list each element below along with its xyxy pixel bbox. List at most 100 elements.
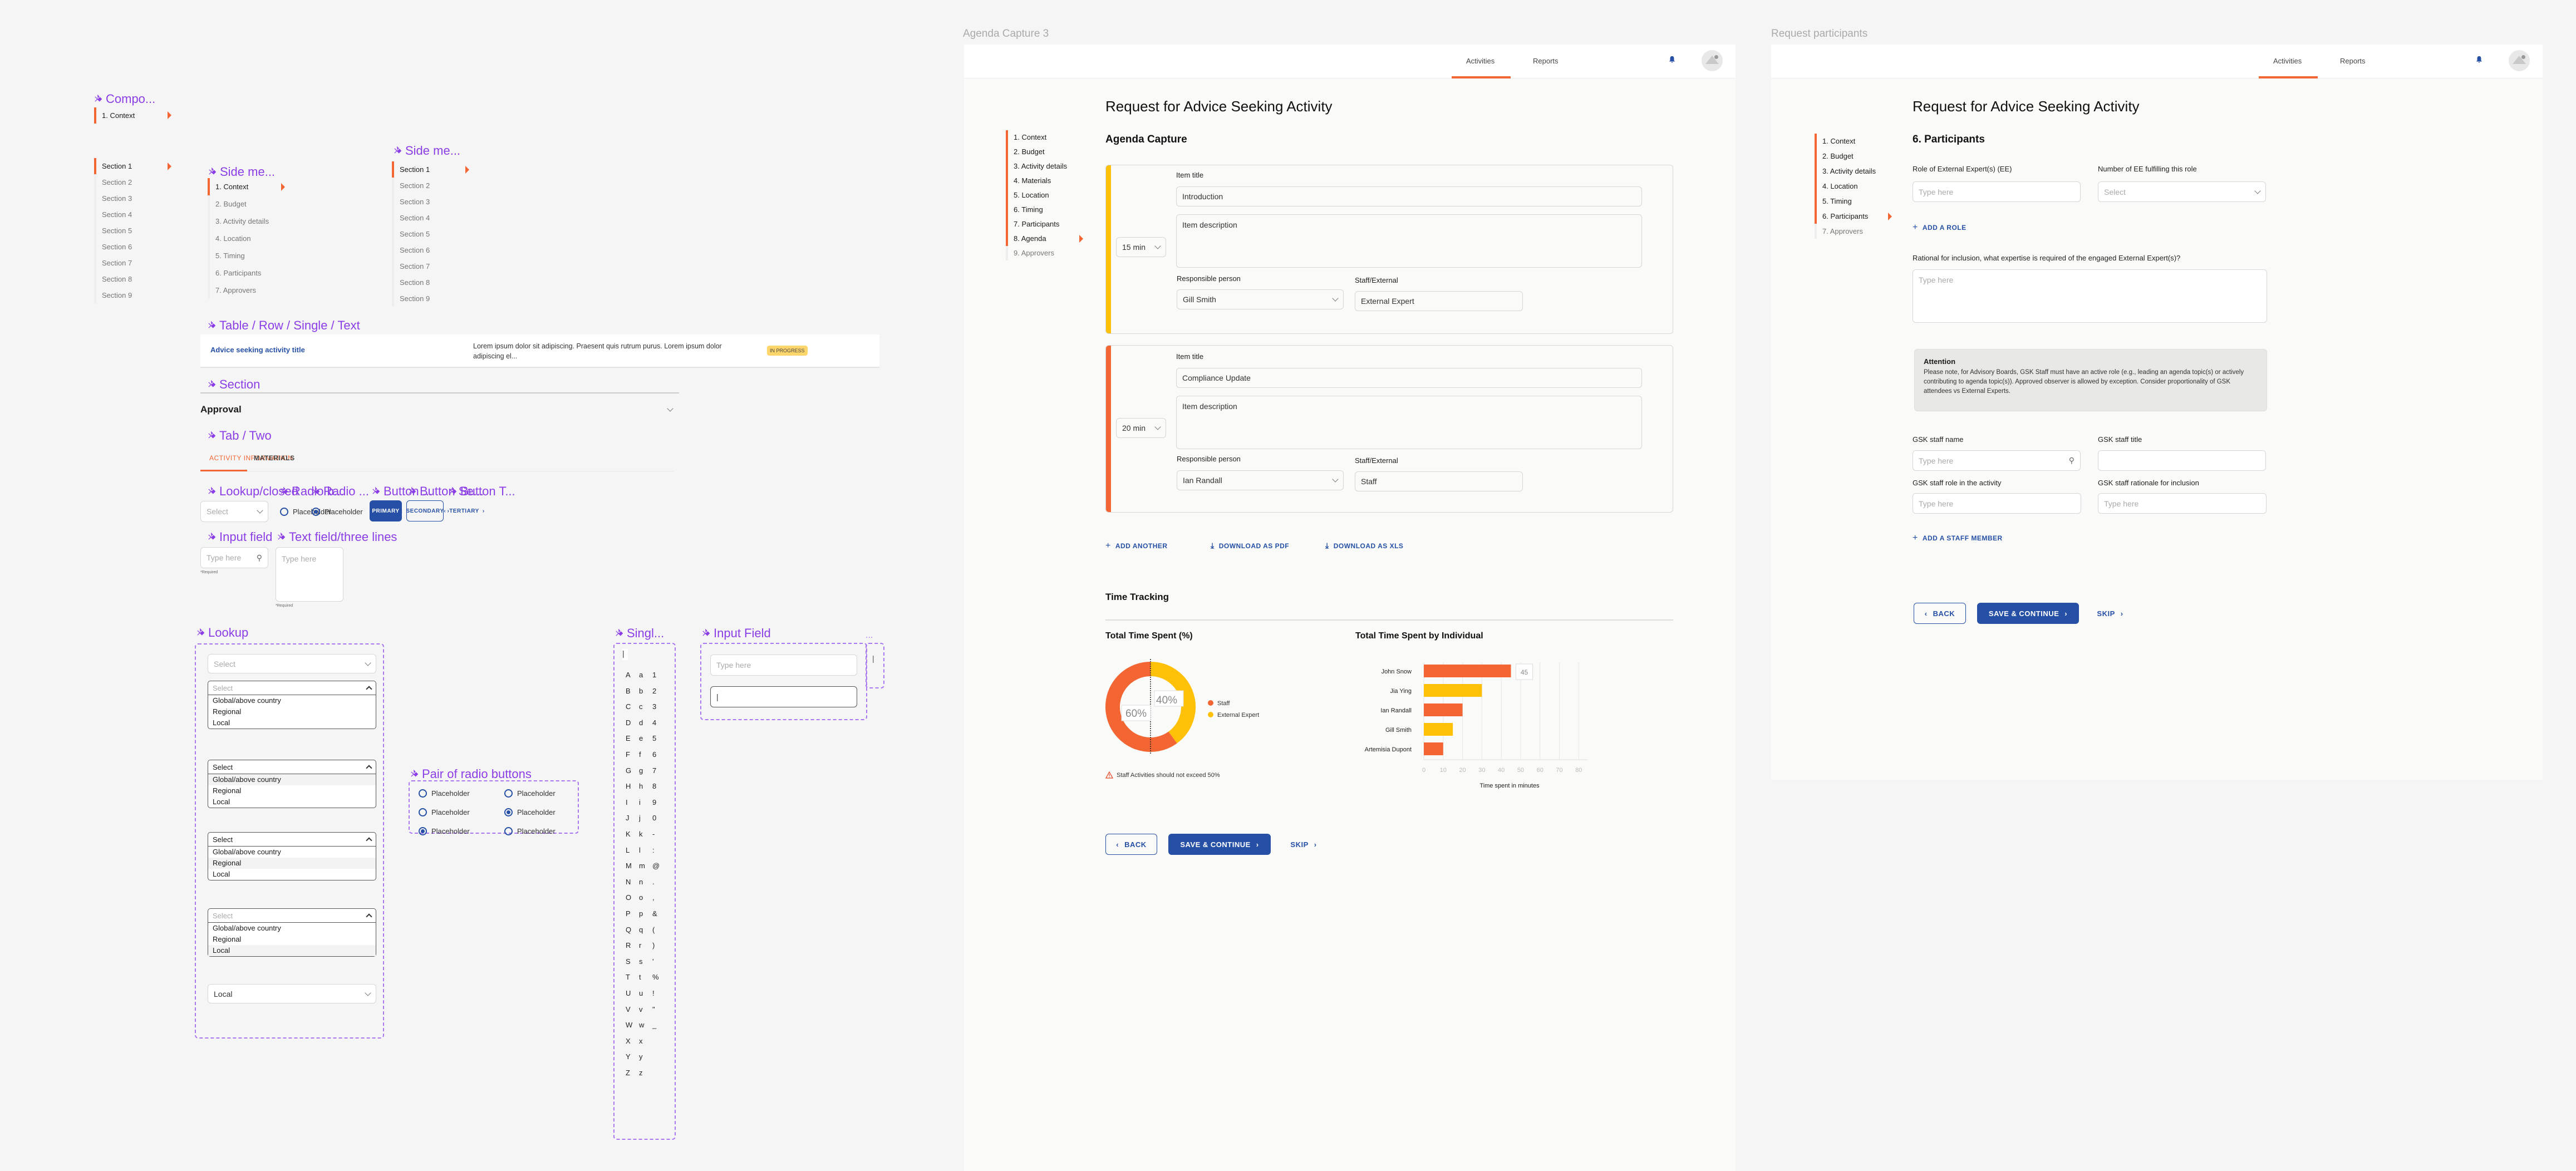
radio-option[interactable]: Placeholder bbox=[419, 808, 470, 816]
staff-role-input[interactable]: Type here bbox=[1913, 493, 2081, 514]
skip-button[interactable]: SKIP › bbox=[1284, 834, 1323, 855]
role-input[interactable]: Type here bbox=[1913, 181, 2081, 202]
save-continue-button[interactable]: SAVE & CONTINUE › bbox=[1977, 603, 2079, 624]
nav-item[interactable]: 5. Timing bbox=[210, 247, 286, 264]
nav-item[interactable]: Section 7 bbox=[96, 255, 172, 271]
radio-unchecked[interactable] bbox=[280, 508, 288, 516]
section-accordion[interactable]: Approval bbox=[200, 396, 679, 423]
textarea-three-lines[interactable]: Type here bbox=[276, 547, 343, 602]
nav-item[interactable]: 1. Context bbox=[1008, 130, 1084, 145]
avatar[interactable] bbox=[1702, 50, 1723, 71]
download-xls-link[interactable]: ⤓ DOWNLOAD AS XLS bbox=[1325, 541, 1403, 550]
search-input[interactable]: Type here ⚲ bbox=[200, 547, 268, 568]
lookup-option[interactable]: Local bbox=[208, 796, 376, 808]
radio-checked[interactable] bbox=[419, 827, 427, 835]
tab-materials[interactable]: MATERIALS bbox=[254, 454, 295, 462]
text-input-empty[interactable]: Type here bbox=[710, 655, 857, 676]
nav-item[interactable]: 2. Budget bbox=[1817, 149, 1892, 164]
lookup-option[interactable]: Regional bbox=[208, 785, 376, 796]
number-select[interactable]: Select bbox=[2098, 181, 2266, 202]
staff-title-input[interactable] bbox=[2098, 450, 2266, 471]
lookup-option[interactable]: Local bbox=[208, 945, 376, 956]
nav-item[interactable]: Section 2 bbox=[394, 178, 470, 194]
nav-item[interactable]: Section 9 bbox=[394, 291, 470, 307]
nav-tab-reports[interactable]: Reports bbox=[2340, 57, 2366, 65]
lookup-option[interactable]: Global/above country bbox=[208, 847, 376, 858]
item-description-input[interactable]: Item description bbox=[1176, 396, 1642, 449]
nav-item[interactable]: 3. Activity details bbox=[210, 213, 286, 230]
save-continue-button[interactable]: SAVE & CONTINUE › bbox=[1168, 834, 1271, 855]
nav-item[interactable]: 5. Timing bbox=[1817, 194, 1892, 209]
nav-item[interactable]: 6. Timing bbox=[1008, 203, 1084, 217]
radio-unchecked[interactable] bbox=[419, 789, 427, 798]
staff-name-search[interactable]: Type here ⚲ bbox=[1913, 450, 2081, 471]
tertiary-button[interactable]: ‹ TERTIARY › bbox=[444, 500, 484, 521]
table-row[interactable]: Advice seeking activity title Lorem ipsu… bbox=[200, 334, 879, 368]
nav-item[interactable]: Section 8 bbox=[96, 271, 172, 287]
secondary-button[interactable]: ‹ SECONDARY › bbox=[401, 500, 449, 521]
nav-item[interactable]: 4. Location bbox=[1817, 179, 1892, 194]
nav-item[interactable]: Section 2 bbox=[96, 174, 172, 190]
side-menu-item-compo[interactable]: 1. Context bbox=[94, 107, 172, 124]
bell-icon[interactable] bbox=[1668, 56, 1676, 63]
rational-textarea[interactable]: Type here bbox=[1913, 269, 2267, 323]
lookup-option[interactable]: Global/above country bbox=[208, 923, 376, 934]
download-pdf-link[interactable]: ⤓ DOWNLOAD AS PDF bbox=[1211, 541, 1289, 550]
nav-item[interactable]: 3. Activity details bbox=[1817, 164, 1892, 179]
responsible-select[interactable]: Gill Smith bbox=[1177, 289, 1344, 309]
add-another-link[interactable]: + ADD ANOTHER bbox=[1105, 541, 1168, 551]
bell-icon[interactable] bbox=[2475, 56, 2483, 63]
radio-option[interactable]: Placeholder bbox=[419, 827, 470, 835]
radio-option[interactable]: Placeholder bbox=[504, 808, 555, 816]
nav-item[interactable]: Section 4 bbox=[394, 210, 470, 226]
row-title-link[interactable]: Advice seeking activity title bbox=[210, 346, 305, 354]
radio-unchecked[interactable] bbox=[419, 808, 427, 816]
lookup-open-1[interactable]: Select Global/above country Regional Loc… bbox=[208, 681, 376, 729]
responsible-select[interactable]: Ian Randall bbox=[1177, 470, 1344, 490]
lookup-select[interactable]: Select bbox=[200, 501, 268, 522]
radio-unchecked[interactable] bbox=[504, 827, 513, 835]
lookup-option[interactable]: Regional bbox=[208, 858, 376, 869]
back-button[interactable]: ‹ BACK bbox=[1105, 834, 1157, 855]
nav-item[interactable]: 1. Context bbox=[210, 178, 286, 195]
nav-item[interactable]: Section 4 bbox=[96, 206, 172, 223]
nav-item[interactable]: 8. Agenda bbox=[1008, 232, 1084, 246]
nav-item[interactable]: Section 5 bbox=[96, 223, 172, 239]
nav-item[interactable]: 6. Participants bbox=[1817, 209, 1892, 224]
nav-item[interactable]: 2. Budget bbox=[1008, 145, 1084, 159]
radio-checked[interactable] bbox=[312, 508, 320, 516]
nav-tab-reports[interactable]: Reports bbox=[1533, 57, 1559, 65]
nav-item[interactable]: 3. Activity details bbox=[1008, 159, 1084, 174]
menu-item-context[interactable]: 1. Context bbox=[96, 107, 172, 124]
nav-item[interactable]: 7. Approvers bbox=[210, 282, 286, 299]
radio-option[interactable]: Placeholder bbox=[504, 827, 555, 835]
nav-item[interactable]: 7. Approvers bbox=[1817, 224, 1892, 239]
staff-rationale-input[interactable]: Type here bbox=[2098, 493, 2267, 514]
lookup-option[interactable]: Regional bbox=[208, 934, 376, 945]
radio-unchecked[interactable] bbox=[504, 789, 513, 798]
duration-select[interactable]: 20 min bbox=[1116, 418, 1166, 438]
nav-item[interactable]: Section 6 bbox=[394, 242, 470, 258]
lookup-select-filled[interactable]: Local bbox=[208, 984, 376, 1003]
nav-item[interactable]: Section 8 bbox=[394, 274, 470, 291]
item-description-input[interactable]: Item description bbox=[1176, 214, 1642, 268]
nav-item[interactable]: Section 5 bbox=[394, 226, 470, 242]
nav-item[interactable]: 7. Participants bbox=[1008, 217, 1084, 232]
lookup-option[interactable]: Regional bbox=[208, 706, 376, 717]
nav-item[interactable]: Section 6 bbox=[96, 239, 172, 255]
nav-item[interactable]: Section 1 bbox=[394, 161, 470, 178]
lookup-open-4[interactable]: Select Global/above country Regional Loc… bbox=[208, 908, 376, 957]
text-input-focused[interactable]: | bbox=[710, 686, 857, 707]
primary-button[interactable]: ‹ PRIMARY › bbox=[367, 500, 405, 521]
lookup-open-3[interactable]: Select Global/above country Regional Loc… bbox=[208, 832, 376, 880]
nav-item[interactable]: Section 9 bbox=[96, 287, 172, 303]
add-role-link[interactable]: + ADD A ROLE bbox=[1913, 223, 1967, 233]
add-staff-link[interactable]: + ADD A STAFF MEMBER bbox=[1913, 533, 2003, 543]
nav-item[interactable]: 2. Budget bbox=[210, 195, 286, 213]
radio-option[interactable]: Placeholder bbox=[419, 789, 470, 798]
item-title-input[interactable]: Introduction bbox=[1176, 186, 1642, 206]
nav-item[interactable]: Section 3 bbox=[394, 194, 470, 210]
item-title-input[interactable]: Compliance Update bbox=[1176, 368, 1642, 388]
back-button[interactable]: ‹ BACK bbox=[1914, 603, 1966, 624]
duration-select[interactable]: 15 min bbox=[1116, 237, 1166, 257]
